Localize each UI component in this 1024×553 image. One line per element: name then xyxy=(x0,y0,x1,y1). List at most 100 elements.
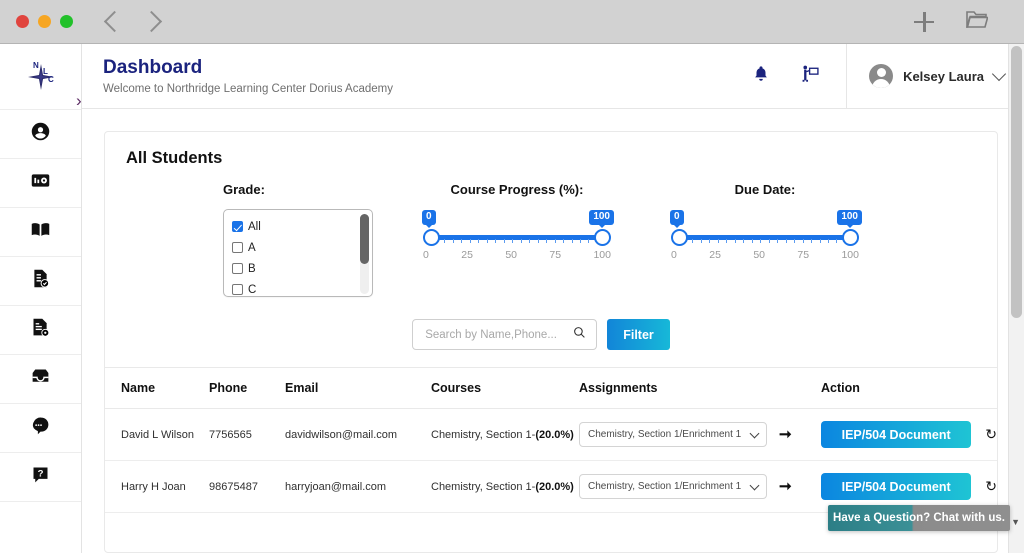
app-logo[interactable]: N L C xyxy=(0,44,81,110)
assignment-control-group: Chemistry, Section 1/Enrichment 1 ➞ xyxy=(579,474,821,499)
grade-option-a[interactable]: A xyxy=(232,237,372,258)
maximize-window-button[interactable] xyxy=(60,15,73,28)
chrome-actions xyxy=(914,10,1008,34)
iep-504-document-button[interactable]: IEP/504 Document xyxy=(821,421,972,448)
page-header: Dashboard Welcome to Northridge Learning… xyxy=(82,44,1024,109)
slider-handle-min[interactable] xyxy=(671,229,688,246)
page-title: Dashboard xyxy=(103,56,203,78)
checkbox-icon[interactable] xyxy=(232,263,243,274)
cell-phone: 7756565 xyxy=(209,408,285,461)
assignment-selected-value: Chemistry, Section 1/Enrichment 1 xyxy=(588,429,742,440)
checkbox-icon[interactable] xyxy=(232,242,243,253)
assignment-selected-value: Chemistry, Section 1/Enrichment 1 xyxy=(588,481,742,492)
history-undo-icon[interactable]: ↻ xyxy=(985,478,997,495)
card-title: All Students xyxy=(126,149,223,167)
slider-scale: 0 25 50 75 100 xyxy=(422,249,612,261)
slider-ticks xyxy=(684,239,846,244)
iep-504-document-button[interactable]: IEP/504 Document xyxy=(821,473,972,500)
grade-option-c[interactable]: C xyxy=(232,279,372,296)
presenter-icon[interactable] xyxy=(800,64,820,88)
open-folder-icon[interactable] xyxy=(965,10,989,34)
assignment-select[interactable]: Chemistry, Section 1/Enrichment 1 xyxy=(579,474,767,499)
header-icon-group xyxy=(726,64,846,88)
sidebar-item-inbox[interactable] xyxy=(0,355,81,404)
window-controls xyxy=(16,15,73,28)
chevron-down-icon xyxy=(749,428,760,438)
page-content: All Students Grade: All A B C Course Pro… xyxy=(82,109,1024,553)
sidebar-item-courses[interactable] xyxy=(0,208,81,257)
document-settings-icon xyxy=(30,317,51,343)
bell-icon[interactable] xyxy=(752,64,770,88)
scale-tick-label: 75 xyxy=(797,249,810,261)
arrow-right-icon[interactable]: ➞ xyxy=(779,427,792,442)
search-box[interactable] xyxy=(412,319,598,350)
magnifier-icon[interactable] xyxy=(573,326,586,344)
close-window-button[interactable] xyxy=(16,15,29,28)
cell-name: Harry H Joan xyxy=(105,460,209,513)
cell-assignments: Chemistry, Section 1/Enrichment 1 ➞ xyxy=(579,408,821,461)
due-date-slider[interactable]: 0 100 0 25 50 75 100 xyxy=(670,210,862,261)
forward-icon[interactable] xyxy=(140,10,163,33)
sidebar-item-messages[interactable] xyxy=(0,404,81,453)
report-card-icon xyxy=(30,170,51,196)
arrow-right-icon[interactable]: ➞ xyxy=(779,479,792,494)
slider-scale: 0 25 50 75 100 xyxy=(670,249,860,261)
page-scrollbar-track[interactable] xyxy=(1008,44,1024,553)
table-row[interactable]: David L Wilson 7756565 davidwilson@mail.… xyxy=(105,408,997,461)
chat-widget[interactable]: Have a Question? Chat with us. xyxy=(828,505,1010,531)
chevron-down-icon xyxy=(749,480,760,490)
sidebar-item-assignments[interactable] xyxy=(0,257,81,306)
column-header-email: Email xyxy=(285,367,431,409)
cell-email: davidwilson@mail.com xyxy=(285,408,431,461)
table-body: David L Wilson 7756565 davidwilson@mail.… xyxy=(105,408,997,513)
sidebar-item-profile[interactable] xyxy=(0,110,81,159)
due-date-max-badge: 100 xyxy=(837,210,862,228)
due-date-label: Due Date: xyxy=(734,182,796,197)
checkbox-icon[interactable] xyxy=(232,284,243,295)
grade-option-label: A xyxy=(248,241,256,254)
filter-button[interactable]: Filter xyxy=(607,319,670,350)
cell-assignments: Chemistry, Section 1/Enrichment 1 ➞ xyxy=(579,460,821,513)
course-name: Chemistry, Section 1- xyxy=(431,428,536,441)
search-input[interactable] xyxy=(423,327,568,342)
all-students-card: All Students Grade: All A B C Course Pro… xyxy=(104,131,998,553)
checkbox-icon[interactable] xyxy=(232,221,243,232)
slider-handle-min[interactable] xyxy=(423,229,440,246)
cell-phone: 98675487 xyxy=(209,460,285,513)
scale-tick-label: 50 xyxy=(753,249,765,261)
grade-option-all[interactable]: All xyxy=(232,216,372,237)
scale-tick-label: 100 xyxy=(841,249,859,261)
slider-ticks xyxy=(436,239,598,244)
due-date-filter: Due Date: 0 100 0 25 50 75 100 xyxy=(670,182,862,297)
minimize-window-button[interactable] xyxy=(38,15,51,28)
sidebar-item-reports[interactable] xyxy=(0,159,81,208)
scale-tick-label: 0 xyxy=(671,249,677,261)
app-window: N L C ? › Dashboard Welcome to Northridg… xyxy=(0,44,1024,553)
grade-list-scrollbar-thumb[interactable] xyxy=(360,214,369,264)
filter-bar: Grade: All A B C Course Progress (%): 0 … xyxy=(105,168,997,297)
open-book-icon xyxy=(30,219,51,245)
slider-handle-max[interactable] xyxy=(842,229,859,246)
caret-down-icon[interactable]: ▼ xyxy=(1011,517,1020,527)
column-header-name: Name xyxy=(105,367,209,409)
grade-checkbox-list[interactable]: All A B C xyxy=(223,209,373,297)
chat-bubbles-icon xyxy=(30,415,51,441)
course-progress-slider[interactable]: 0 100 0 25 50 75 100 xyxy=(422,210,614,261)
history-undo-icon[interactable]: ↻ xyxy=(985,426,997,443)
action-control-group: IEP/504 Document ↻ xyxy=(821,421,997,448)
sidebar-item-help[interactable]: ? xyxy=(0,453,81,502)
new-tab-icon[interactable] xyxy=(914,11,934,32)
svg-text:C: C xyxy=(48,75,54,84)
sidebar-expand-icon[interactable]: › xyxy=(76,92,90,109)
user-menu[interactable]: Kelsey Laura xyxy=(846,44,1024,108)
column-header-action: Action xyxy=(821,367,997,409)
back-icon[interactable] xyxy=(103,10,126,33)
sidebar-item-gradebook[interactable] xyxy=(0,306,81,355)
page-subtitle: Welcome to Northridge Learning Center Do… xyxy=(103,82,393,95)
slider-handle-max[interactable] xyxy=(594,229,611,246)
assignment-select[interactable]: Chemistry, Section 1/Enrichment 1 xyxy=(579,422,767,447)
students-table: Name Phone Email Courses Assignments Act… xyxy=(105,367,997,513)
grade-filter-label: Grade: xyxy=(223,182,265,197)
page-scrollbar-thumb[interactable] xyxy=(1011,46,1022,318)
grade-option-b[interactable]: B xyxy=(232,258,372,279)
